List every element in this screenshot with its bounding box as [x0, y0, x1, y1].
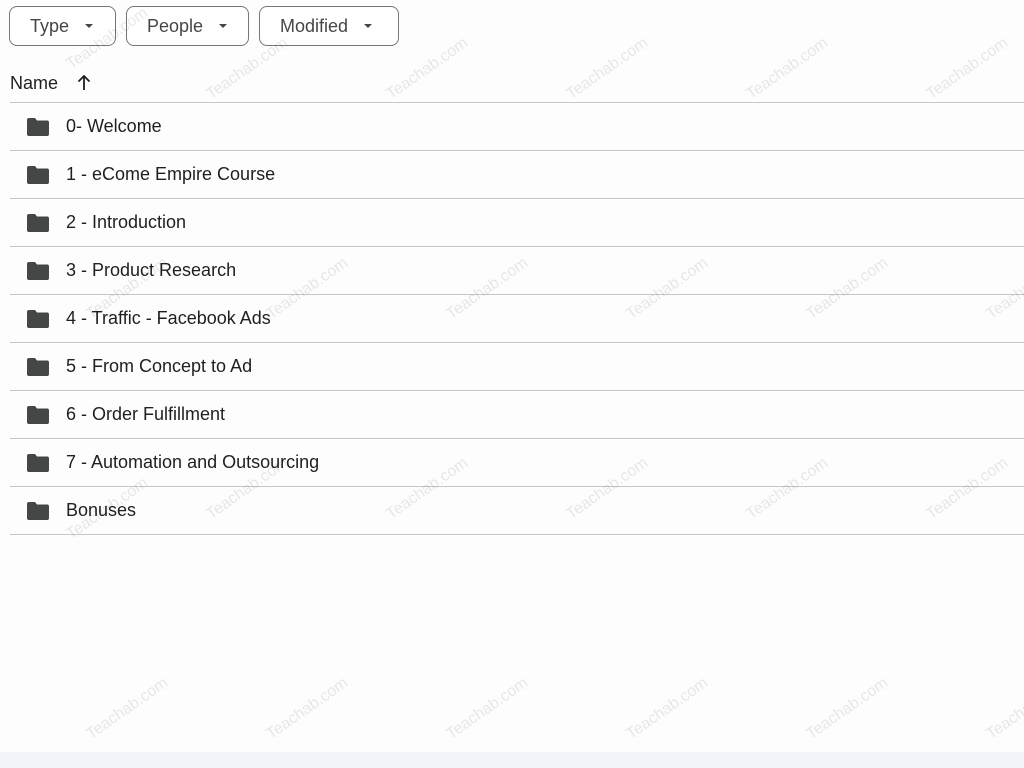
- folder-icon: [27, 405, 49, 424]
- list-item[interactable]: Bonuses: [10, 487, 1024, 535]
- folder-icon: [27, 261, 49, 280]
- list-item[interactable]: 4 - Traffic - Facebook Ads: [10, 295, 1024, 343]
- folder-name: 7 - Automation and Outsourcing: [66, 452, 320, 472]
- column-header: Name: [10, 64, 1024, 103]
- folder-name: 5 - From Concept to Ad: [66, 356, 253, 376]
- folder-name: 1 - eCome Empire Course: [66, 164, 276, 184]
- watermark-text: Teachab.com: [263, 674, 352, 743]
- folder-name: 6 - Order Fulfillment: [66, 404, 226, 424]
- list-item[interactable]: 3 - Product Research: [10, 247, 1024, 295]
- modified-filter-chip[interactable]: Modified: [259, 6, 399, 46]
- folder-name: 3 - Product Research: [66, 260, 237, 280]
- folder-name: Bonuses: [66, 500, 137, 520]
- folder-icon: [27, 165, 49, 184]
- watermark-text: Teachab.com: [623, 674, 712, 743]
- modified-filter-label: Modified: [280, 15, 349, 36]
- dropdown-caret-icon: [85, 24, 94, 28]
- watermark-text: Teachab.com: [83, 674, 172, 743]
- list-item[interactable]: 0- Welcome: [10, 103, 1024, 151]
- list-item[interactable]: 5 - From Concept to Ad: [10, 343, 1024, 391]
- list-item[interactable]: 1 - eCome Empire Course: [10, 151, 1024, 199]
- folder-icon: [27, 453, 49, 472]
- folder-icon: [27, 213, 49, 232]
- folder-icon: [27, 501, 49, 520]
- watermark-text: Teachab.com: [983, 674, 1024, 743]
- folder-name: 2 - Introduction: [66, 212, 187, 232]
- people-filter-label: People: [147, 15, 204, 36]
- folder-icon: [27, 309, 49, 328]
- filter-bar: Type People Modified: [9, 6, 399, 46]
- watermark-text: Teachab.com: [443, 674, 532, 743]
- folder-name: 0- Welcome: [66, 116, 162, 136]
- dropdown-caret-icon: [219, 24, 228, 28]
- folder-icon: [27, 357, 49, 376]
- list-item[interactable]: 2 - Introduction: [10, 199, 1024, 247]
- bottom-strip: [0, 752, 1024, 768]
- file-browser: Type People Modified Name 0- Welcome 1 - …: [0, 0, 1024, 768]
- people-filter-chip[interactable]: People: [126, 6, 249, 46]
- dropdown-caret-icon: [364, 24, 373, 28]
- watermark-text: Teachab.com: [803, 674, 892, 743]
- name-column-header[interactable]: Name: [10, 73, 58, 94]
- type-filter-label: Type: [30, 15, 70, 36]
- type-filter-chip[interactable]: Type: [9, 6, 116, 46]
- folder-icon: [27, 117, 49, 136]
- file-list: 0- Welcome 1 - eCome Empire Course 2 - Int…: [10, 103, 1024, 535]
- folder-name: 4 - Traffic - Facebook Ads: [66, 308, 271, 328]
- list-item[interactable]: 6 - Order Fulfillment: [10, 391, 1024, 439]
- arrow-up-icon[interactable]: [76, 74, 92, 92]
- list-item[interactable]: 7 - Automation and Outsourcing: [10, 439, 1024, 487]
